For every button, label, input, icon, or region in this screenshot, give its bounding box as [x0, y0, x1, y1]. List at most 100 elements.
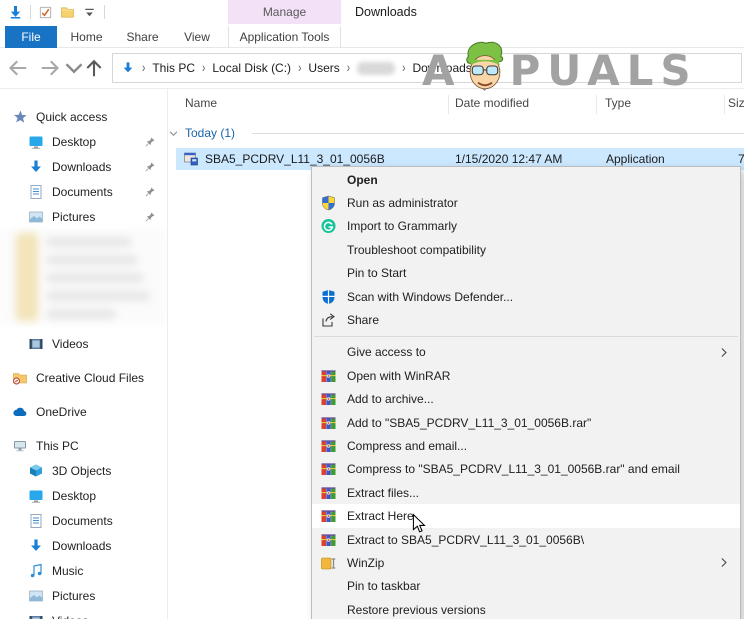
window-title: Downloads	[355, 5, 417, 19]
menu-item-pin-to-start[interactable]: Pin to Start	[312, 262, 740, 285]
sidebar-item-music[interactable]: Music	[0, 558, 166, 583]
picture-icon	[28, 209, 44, 225]
menu-item-label: Give access to	[347, 345, 426, 360]
new-folder-icon[interactable]	[60, 5, 75, 20]
menu-item-label: Compress and email...	[347, 438, 468, 453]
column-separator[interactable]	[448, 95, 449, 114]
menu-item-open[interactable]: Open	[312, 168, 740, 191]
breadcrumb-local-disk-c[interactable]: Local Disk (C:)	[212, 61, 291, 75]
menu-icon-placeholder	[320, 344, 337, 360]
navigation-pane: Quick access Desktop Downloads Documents Pic…	[0, 104, 166, 619]
sidebar-item-documents[interactable]: Documents	[0, 508, 166, 533]
breadcrumb-separator-icon: ›	[298, 60, 302, 76]
back-button[interactable]	[6, 48, 30, 88]
tab-share[interactable]: Share	[116, 26, 169, 48]
menu-item-label: Extract files...	[347, 485, 420, 500]
forward-button[interactable]	[38, 48, 62, 88]
tab-home[interactable]: Home	[60, 26, 113, 48]
menu-item-share[interactable]: Share	[312, 308, 740, 331]
column-header-type[interactable]: Type	[605, 96, 631, 110]
group-collapse-icon[interactable]	[168, 128, 179, 139]
picture-icon	[28, 588, 44, 604]
sidebar-item-label: Videos	[52, 336, 89, 351]
sidebar-item-pictures[interactable]: Pictures	[0, 204, 166, 229]
sidebar-item-onedrive[interactable]: OneDrive	[0, 399, 166, 424]
video-icon	[28, 336, 44, 352]
group-divider	[252, 133, 744, 134]
sidebar-item-this-pc[interactable]: This PC	[0, 433, 166, 458]
menu-item-run-as-administrator[interactable]: Run as administrator	[312, 191, 740, 214]
menu-item-restore-previous-versions[interactable]: Restore previous versions	[312, 598, 740, 619]
defender-shield-icon	[320, 289, 337, 305]
menu-item-open-with-winrar[interactable]: Open with WinRAR	[312, 364, 740, 387]
qat-customize-icon[interactable]	[82, 5, 97, 20]
column-separator[interactable]	[724, 95, 725, 114]
tab-view[interactable]: View	[172, 26, 222, 48]
downloads-folder-icon[interactable]	[8, 5, 23, 20]
menu-item-troubleshoot-compatibility[interactable]: Troubleshoot compatibility	[312, 238, 740, 261]
menu-item-label: Open	[347, 172, 378, 187]
breadcrumb-this-pc[interactable]: This PC	[152, 61, 195, 75]
breadcrumb-separator-icon: ›	[202, 60, 206, 76]
properties-checkbox-icon[interactable]	[38, 5, 53, 20]
star-icon	[12, 109, 28, 125]
grammarly-icon	[320, 218, 337, 234]
menu-item-compress-and-email[interactable]: Compress and email...	[312, 434, 740, 457]
sidebar-item-videos[interactable]: Videos	[0, 331, 166, 356]
cube-icon	[28, 463, 44, 479]
winzip-icon	[320, 555, 337, 571]
submenu-arrow-icon	[717, 346, 730, 359]
download-icon	[28, 159, 44, 175]
menu-item-pin-to-taskbar[interactable]: Pin to taskbar	[312, 575, 740, 598]
submenu-arrow-icon	[717, 556, 730, 569]
menu-item-label: Restore previous versions	[347, 602, 486, 617]
menu-item-label: Share	[347, 313, 380, 328]
sidebar-item-documents[interactable]: Documents	[0, 179, 166, 204]
menu-item-extract-files[interactable]: Extract files...	[312, 481, 740, 504]
column-header-size[interactable]: Size	[728, 96, 744, 110]
sidebar-item-downloads[interactable]: Downloads	[0, 533, 166, 558]
sidebar-item-label: Creative Cloud Files	[36, 370, 145, 385]
column-header-date-modified[interactable]: Date modified	[455, 96, 529, 110]
menu-item-add-to-sba5-pcdrv-l11-3-01-0056b-rar[interactable]: Add to "SBA5_PCDRV_L11_3_01_0056B.rar"	[312, 411, 740, 434]
menu-item-label: WinZip	[347, 555, 385, 570]
menu-item-compress-to-sba5-pcdrv-l11-3-01-0056b-rar-and-email[interactable]: Compress to "SBA5_PCDRV_L11_3_01_0056B.r…	[312, 458, 740, 481]
sidebar-item-desktop[interactable]: Desktop	[0, 129, 166, 154]
downloads-folder-icon	[121, 61, 135, 75]
column-separator[interactable]	[596, 95, 597, 114]
menu-item-extract-to-sba5-pcdrv-l11-3-01-0056b[interactable]: Extract to SBA5_PCDRV_L11_3_01_0056B\	[312, 528, 740, 551]
appuals-watermark: A PUALS	[422, 38, 698, 92]
breadcrumb-users[interactable]: Users	[308, 61, 339, 75]
column-header-name[interactable]: Name	[185, 96, 217, 110]
sidebar-item-downloads[interactable]: Downloads	[0, 154, 166, 179]
manage-label: Manage	[262, 5, 307, 19]
tab-file[interactable]: File	[5, 26, 57, 48]
explorer-window: Manage Downloads File Home Share View Applic…	[0, 0, 744, 619]
breadcrumb-separator-icon: ›	[402, 60, 406, 76]
sidebar-item-3d-objects[interactable]: 3D Objects	[0, 458, 166, 483]
menu-icon-placeholder	[320, 578, 337, 594]
menu-item-winzip[interactable]: WinZip	[312, 551, 740, 574]
menu-item-label: Open with WinRAR	[347, 368, 451, 383]
sidebar-item-videos[interactable]: Videos	[0, 608, 166, 619]
menu-item-give-access-to[interactable]: Give access to	[312, 341, 740, 364]
menu-item-extract-here[interactable]: Extract Here	[312, 504, 740, 528]
sidebar-item-desktop[interactable]: Desktop	[0, 483, 166, 508]
sidebar-item-label: Videos	[52, 614, 88, 619]
winrar-icon	[320, 415, 337, 431]
menu-item-add-to-archive[interactable]: Add to archive...	[312, 388, 740, 411]
breadcrumb-separator-icon: ›	[346, 60, 351, 76]
up-button[interactable]	[82, 48, 106, 88]
sidebar-item-pictures[interactable]: Pictures	[0, 583, 166, 608]
menu-item-scan-with-windows-defender[interactable]: Scan with Windows Defender...	[312, 285, 740, 308]
tab-application-tools[interactable]: Application Tools	[228, 26, 341, 48]
desktop-icon	[28, 488, 44, 504]
group-header-today[interactable]: Today (1)	[168, 126, 235, 140]
document-icon	[28, 513, 44, 529]
sidebar-item-quick-access[interactable]: Quick access	[0, 104, 166, 129]
pane-divider	[167, 89, 168, 619]
appuals-mascot-icon	[456, 38, 514, 94]
sidebar-item-creative-cloud-files[interactable]: Creative Cloud Files	[0, 365, 166, 390]
desktop-icon	[28, 134, 44, 150]
menu-item-import-to-grammarly[interactable]: Import to Grammarly	[312, 215, 740, 238]
